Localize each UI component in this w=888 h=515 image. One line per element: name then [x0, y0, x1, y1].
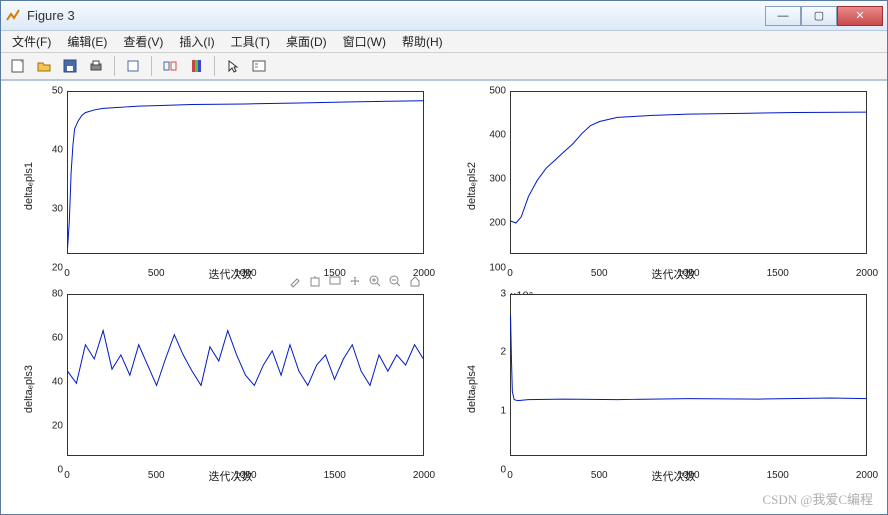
toolbar-separator	[151, 56, 152, 76]
menu-view[interactable]: 查看(V)	[116, 31, 170, 52]
xticks-3: 0500100015002000	[67, 470, 424, 484]
axes-toolbar	[286, 272, 424, 290]
toolbar-separator	[214, 56, 215, 76]
menu-insert[interactable]: 插入(I)	[172, 31, 221, 52]
axes-3[interactable]	[67, 294, 424, 457]
axes-1[interactable]	[67, 91, 424, 254]
ylabel-1: deltaₑpls1	[21, 162, 37, 210]
window-title: Figure 3	[27, 8, 765, 23]
subplot-3: deltaₑpls3 020406080 0500100015002000	[21, 294, 424, 485]
menu-help[interactable]: 帮助(H)	[395, 31, 450, 52]
menu-file[interactable]: 文件(F)	[5, 31, 58, 52]
yticks-3: 020406080	[37, 294, 67, 471]
ylabel-4: deltaₑpls4	[464, 365, 480, 413]
print-button[interactable]	[85, 55, 107, 77]
insert-legend-button[interactable]	[248, 55, 270, 77]
line-2	[510, 91, 867, 254]
link-plot-button[interactable]	[159, 55, 181, 77]
menubar: 文件(F) 编辑(E) 查看(V) 插入(I) 工具(T) 桌面(D) 窗口(W…	[1, 31, 887, 53]
xticks-4: 0500100015002000	[510, 470, 867, 484]
minimize-button[interactable]: —	[765, 6, 801, 26]
pan-icon[interactable]	[346, 272, 364, 290]
subplot-1: deltaₑpls1 20304050 0500100015002000 迭代次…	[21, 91, 424, 282]
export-icon[interactable]	[306, 272, 324, 290]
xticks-2: 0500100015002000	[510, 268, 867, 282]
datatip-icon[interactable]	[326, 272, 344, 290]
insert-colorbar-button[interactable]	[185, 55, 207, 77]
zoom-out-icon[interactable]	[386, 272, 404, 290]
menu-desktop[interactable]: 桌面(D)	[279, 31, 334, 52]
toolbar	[1, 53, 887, 81]
menu-edit[interactable]: 编辑(E)	[60, 31, 114, 52]
ylabel-2: deltaₑpls2	[464, 162, 480, 210]
close-button[interactable]: ✕	[837, 6, 883, 26]
yticks-4: 0123	[480, 294, 510, 471]
line-1	[67, 91, 424, 254]
yticks-2: 100200300400500	[480, 91, 510, 268]
subplot-2: deltaₑpls2 100200300400500 0500100015002…	[464, 91, 867, 282]
watermark: CSDN @我爱C编程	[762, 489, 873, 508]
menu-window[interactable]: 窗口(W)	[336, 31, 393, 52]
yticks-1: 20304050	[37, 91, 67, 268]
figure-window: Figure 3 — ▢ ✕ 文件(F) 编辑(E) 查看(V) 插入(I) 工…	[0, 0, 888, 515]
maximize-button[interactable]: ▢	[801, 6, 837, 26]
titlebar[interactable]: Figure 3 — ▢ ✕	[1, 1, 887, 31]
zoom-in-icon[interactable]	[366, 272, 384, 290]
figure-content: deltaₑpls1 20304050 0500100015002000 迭代次…	[1, 81, 887, 514]
brush-icon[interactable]	[286, 272, 304, 290]
line-3	[67, 294, 424, 457]
ylabel-3: deltaₑpls3	[21, 365, 37, 413]
matlab-figure-icon	[5, 8, 21, 24]
axes-4[interactable]	[510, 294, 867, 457]
open-button[interactable]	[33, 55, 55, 77]
pointer-button[interactable]	[222, 55, 244, 77]
save-button[interactable]	[59, 55, 81, 77]
menu-tools[interactable]: 工具(T)	[224, 31, 277, 52]
axes-2[interactable]	[510, 91, 867, 254]
home-icon[interactable]	[406, 272, 424, 290]
toolbar-separator	[114, 56, 115, 76]
window-controls: — ▢ ✕	[765, 6, 883, 26]
edit-plot-button[interactable]	[122, 55, 144, 77]
subplot-4: deltaₑpls4 0123 ×10⁸ 0500100015002000 迭代…	[464, 294, 867, 485]
new-figure-button[interactable]	[7, 55, 29, 77]
line-4	[510, 294, 867, 457]
